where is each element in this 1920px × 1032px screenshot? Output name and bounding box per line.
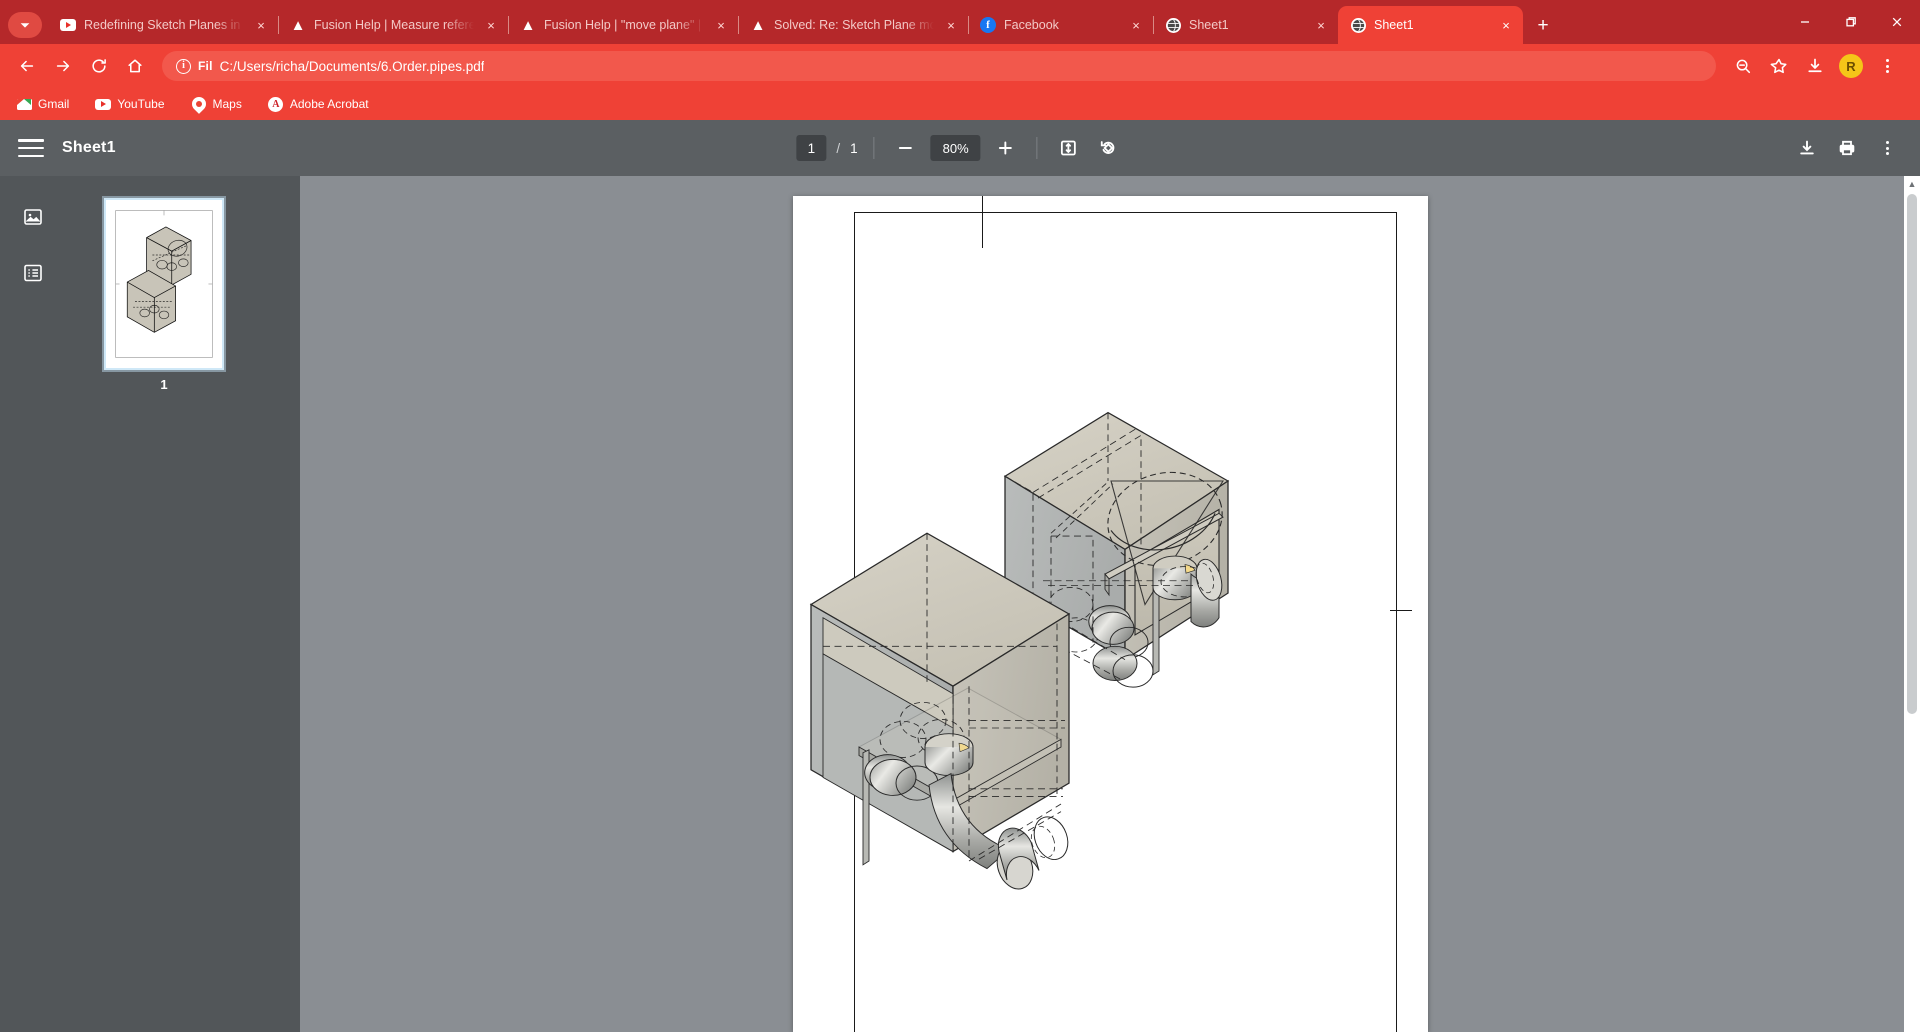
star-icon[interactable] [1762, 49, 1796, 83]
thumbnail-drawing [106, 200, 222, 368]
avatar-letter: R [1839, 54, 1863, 78]
home-icon[interactable] [118, 49, 152, 83]
scrollbar-thumb[interactable] [1907, 194, 1917, 714]
new-tab-button[interactable]: + [1529, 11, 1557, 39]
thumbnail-view-icon[interactable] [14, 198, 52, 236]
address-bar[interactable]: i Fil C:/Users/richa/Documents/6.Order.p… [162, 51, 1716, 81]
pdf-document-title: Sheet1 [62, 139, 116, 157]
bookmark-adobe-acrobat[interactable]: A Adobe Acrobat [264, 93, 373, 115]
pdf-page-1[interactable] [793, 196, 1428, 1032]
zoom-level-display[interactable]: 80% [931, 135, 981, 161]
tab-title: Sheet1 [1374, 18, 1489, 32]
fusion-icon: ▲ [520, 17, 536, 33]
thumbnail-list: 1 [66, 176, 300, 1032]
zoom-out-icon[interactable] [1726, 49, 1760, 83]
cad-isometric-drawing [793, 196, 1428, 1032]
tab-title: Facebook [1004, 18, 1119, 32]
tab-close-icon[interactable]: × [1127, 16, 1145, 34]
tab-close-icon[interactable]: × [942, 16, 960, 34]
close-icon[interactable] [1874, 6, 1920, 38]
globe-icon [1350, 17, 1366, 33]
fusion-icon: ▲ [290, 17, 306, 33]
pdf-toolbar-actions [1792, 133, 1902, 163]
browser-tab-0[interactable]: Redefining Sketch Planes in Fus × [48, 6, 278, 44]
tab-title: Redefining Sketch Planes in Fus [84, 18, 244, 32]
reload-icon[interactable] [82, 49, 116, 83]
tab-close-icon[interactable]: × [482, 16, 500, 34]
zoom-in-button[interactable] [991, 133, 1021, 163]
document-outline-icon[interactable] [14, 254, 52, 292]
bookmark-label: Gmail [38, 97, 69, 111]
acrobat-icon: A [268, 96, 284, 112]
maps-pin-icon [191, 96, 207, 112]
three-dot-menu-icon[interactable] [1870, 49, 1904, 83]
tab-close-icon[interactable]: × [1497, 16, 1515, 34]
download-icon[interactable] [1798, 49, 1832, 83]
url-text[interactable]: C:/Users/richa/Documents/6.Order.pipes.p… [220, 59, 485, 74]
page-number-input[interactable] [796, 135, 826, 161]
bookmarks-bar: Gmail YouTube Maps A Adobe Acrobat [0, 88, 1920, 120]
browser-tab-5[interactable]: Sheet1 × [1153, 6, 1338, 44]
zoom-out-button[interactable] [891, 133, 921, 163]
bookmark-label: Adobe Acrobat [290, 97, 369, 111]
bookmark-youtube[interactable]: YouTube [91, 93, 168, 115]
pdf-page-controls: / 1 80% [796, 120, 1123, 176]
globe-icon [1165, 17, 1181, 33]
browser-tab-1[interactable]: ▲ Fusion Help | Measure reference × [278, 6, 508, 44]
toolbar-divider [1037, 137, 1038, 159]
browser-tab-strip: Redefining Sketch Planes in Fus × ▲ Fusi… [0, 0, 1920, 44]
pdf-canvas[interactable]: ▲ [300, 176, 1920, 1032]
tab-close-icon[interactable]: × [252, 16, 270, 34]
forward-arrow-icon[interactable] [46, 49, 80, 83]
omnibox-actions: R [1726, 49, 1904, 83]
tab-title: Sheet1 [1189, 18, 1304, 32]
three-dot-menu-icon[interactable] [1872, 133, 1902, 163]
minimize-icon[interactable] [1782, 6, 1828, 38]
hamburger-menu-icon[interactable] [18, 139, 44, 157]
pdf-vertical-scrollbar[interactable]: ▲ [1904, 176, 1920, 1032]
tab-close-icon[interactable]: × [1312, 16, 1330, 34]
avatar[interactable]: R [1834, 49, 1868, 83]
tab-close-icon[interactable]: × [712, 16, 730, 34]
back-arrow-icon[interactable] [10, 49, 44, 83]
tab-search-icon[interactable] [8, 12, 42, 38]
rotate-counterclockwise-icon[interactable] [1094, 133, 1124, 163]
window-controls [1782, 0, 1920, 44]
pdf-sidebar: 1 [0, 176, 300, 1032]
page-count: 1 [850, 141, 858, 156]
url-scheme-label: Fil [198, 59, 213, 73]
bookmark-maps[interactable]: Maps [187, 93, 246, 115]
bookmark-label: Maps [213, 97, 242, 111]
browser-tab-2[interactable]: ▲ Fusion Help | "move plane" | Au × [508, 6, 738, 44]
gmail-icon [16, 96, 32, 112]
bookmark-gmail[interactable]: Gmail [12, 93, 73, 115]
restore-icon[interactable] [1828, 6, 1874, 38]
pdf-viewer: Sheet1 / 1 80% [0, 120, 1920, 1032]
page-thumbnail-1[interactable] [104, 198, 224, 370]
pdf-body: 1 [0, 176, 1920, 1032]
browser-navigation-bar: i Fil C:/Users/richa/Documents/6.Order.p… [0, 44, 1920, 88]
bookmark-label: YouTube [117, 97, 164, 111]
fit-to-page-icon[interactable] [1054, 133, 1084, 163]
tab-title: Solved: Re: Sketch Plane moved [774, 18, 934, 32]
browser-tab-4[interactable]: f Facebook × [968, 6, 1153, 44]
tab-title: Fusion Help | "move plane" | Au [544, 18, 704, 32]
tab-title: Fusion Help | Measure reference [314, 18, 474, 32]
download-icon[interactable] [1792, 133, 1822, 163]
scroll-up-arrow-icon[interactable]: ▲ [1908, 179, 1917, 189]
browser-tab-3[interactable]: ▲ Solved: Re: Sketch Plane moved × [738, 6, 968, 44]
print-icon[interactable] [1832, 133, 1862, 163]
thumbnail-page-label: 1 [104, 377, 224, 392]
youtube-icon [95, 96, 111, 112]
toolbar-divider [874, 137, 875, 159]
browser-tab-6-active[interactable]: Sheet1 × [1338, 6, 1523, 44]
info-icon[interactable]: i [176, 59, 191, 74]
sidebar-view-rail [0, 176, 66, 1032]
pdf-toolbar: Sheet1 / 1 80% [0, 120, 1920, 176]
page-separator: / [836, 141, 840, 156]
facebook-icon: f [980, 17, 996, 33]
youtube-icon [60, 17, 76, 33]
fusion-icon: ▲ [750, 17, 766, 33]
